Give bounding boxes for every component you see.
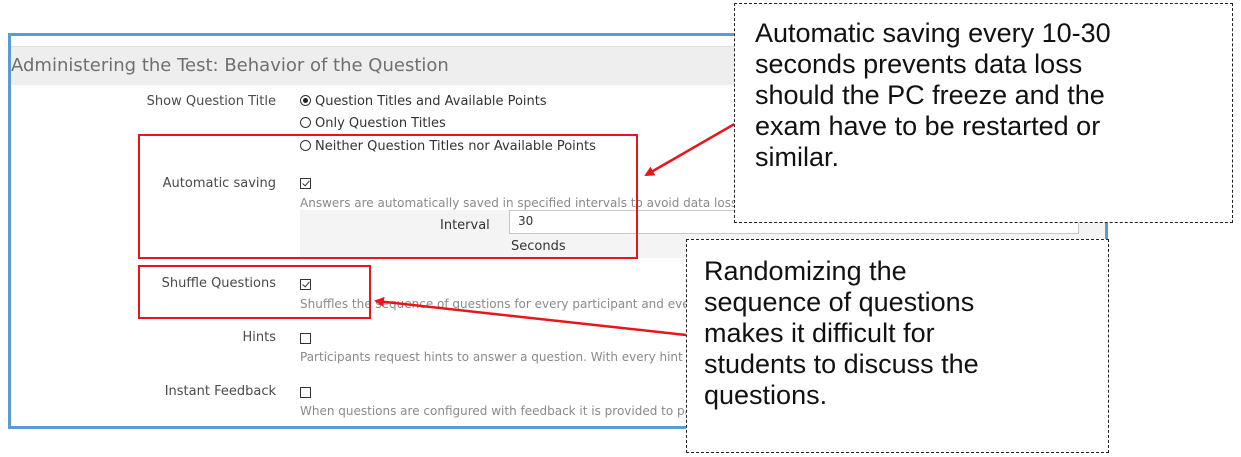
instant-feedback-checkbox[interactable] bbox=[300, 387, 311, 398]
shuffle-callout: Randomizing the sequence of questions ma… bbox=[686, 239, 1109, 453]
section-title: Administering the Test: Behavior of the … bbox=[11, 55, 449, 76]
callout-line: sequence of questions bbox=[704, 287, 975, 317]
radio-option-label: Only Question Titles bbox=[315, 116, 446, 131]
radio-option-only-titles[interactable]: Only Question Titles bbox=[300, 116, 446, 131]
callout-line: exam have to be restarted or bbox=[755, 111, 1101, 141]
show-question-title-label: Show Question Title bbox=[146, 94, 276, 109]
hints-checkbox[interactable] bbox=[300, 333, 311, 344]
automatic-saving-highlight bbox=[138, 134, 638, 259]
callout-line: Automatic saving every 10-30 bbox=[755, 18, 1111, 48]
shuffle-questions-highlight bbox=[138, 265, 371, 319]
radio-unselected-icon[interactable] bbox=[300, 117, 311, 128]
saving-callout: Automatic saving every 10-30 seconds pre… bbox=[734, 3, 1233, 223]
callout-line: questions. bbox=[704, 380, 828, 410]
hints-label: Hints bbox=[242, 330, 277, 345]
instant-feedback-label: Instant Feedback bbox=[164, 384, 276, 399]
callout-line: seconds prevents data loss bbox=[755, 49, 1083, 79]
screenshot-stage: Administering the Test: Behavior of the … bbox=[0, 0, 1241, 457]
radio-option-titles-and-points[interactable]: Question Titles and Available Points bbox=[300, 94, 547, 109]
radio-selected-icon[interactable] bbox=[300, 95, 311, 106]
callout-line: students to discuss the bbox=[704, 349, 979, 379]
callout-line: should the PC freeze and the bbox=[755, 80, 1105, 110]
callout-line: Randomizing the bbox=[704, 256, 907, 286]
callout-line: makes it difficult for bbox=[704, 318, 935, 348]
radio-option-label: Question Titles and Available Points bbox=[315, 94, 547, 109]
callout-line: similar. bbox=[755, 142, 840, 172]
